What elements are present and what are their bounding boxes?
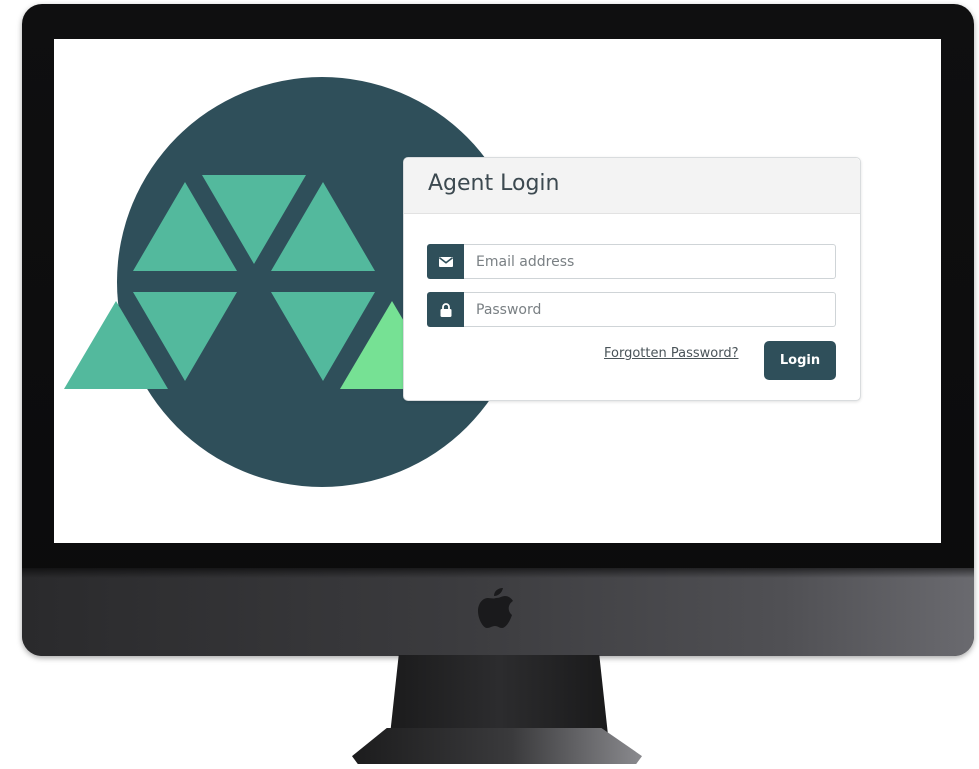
- email-input[interactable]: [464, 244, 836, 279]
- envelope-icon: [427, 244, 464, 279]
- lock-icon: [427, 292, 464, 327]
- screen: Agent Login Forgotten Password? Login: [54, 39, 941, 543]
- card-header: Agent Login: [404, 158, 860, 214]
- stand-base: [352, 728, 642, 764]
- password-input[interactable]: [464, 292, 836, 327]
- login-button[interactable]: Login: [764, 341, 836, 380]
- chin-shadow: [22, 568, 974, 578]
- login-card: Agent Login Forgotten Password? Login: [403, 157, 861, 401]
- apple-logo-icon: [478, 588, 513, 628]
- password-field-group: [427, 292, 836, 327]
- page-title: Agent Login: [428, 171, 560, 196]
- stand-neck: [390, 655, 608, 735]
- forgot-password-link[interactable]: Forgotten Password?: [604, 346, 738, 361]
- email-field-group: [427, 244, 836, 279]
